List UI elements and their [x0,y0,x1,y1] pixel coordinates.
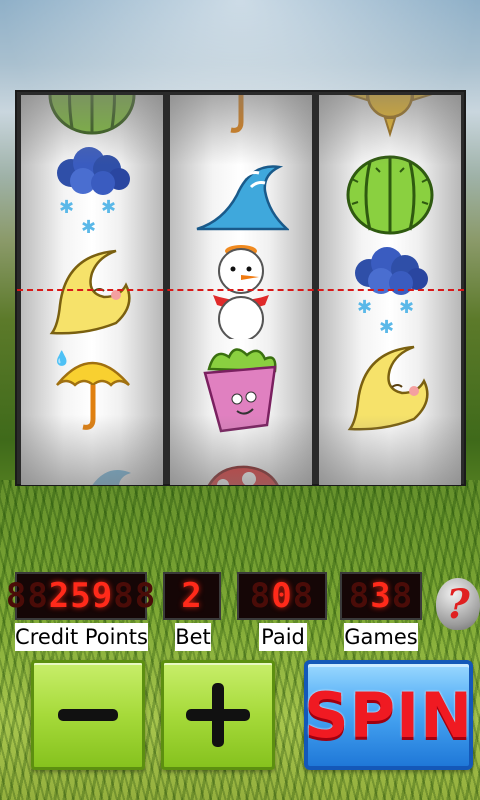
games-value: 3 [370,576,392,616]
minus-icon [58,709,118,721]
spin-label: SPIN [303,678,474,752]
svg-text:💧: 💧 [53,350,70,367]
help-label: ? [446,580,470,628]
payline [17,289,464,291]
flowerpot-icon [181,339,301,435]
help-button[interactable]: ? [436,578,480,630]
credit-points-label: Credit Points [15,623,148,651]
games-display: 838 [340,572,422,620]
bet-value: 2 [181,576,203,616]
games-ghost-right: 8 [391,576,414,616]
sun-icon [330,95,450,143]
wave-icon [32,439,152,485]
mushroom-icon [181,439,301,485]
umbrella-icon [181,95,301,143]
cactus-icon [32,95,152,143]
rain-cloud-icon: ✱ ✱ ✱ [32,143,152,239]
wave-icon [181,147,301,243]
rain-cloud-icon: ✱ ✱ ✱ [330,243,450,339]
bet-display: 2 [163,572,221,620]
svg-text:✱: ✱ [81,217,96,237]
credit-points-display: 88 259 88 [6,572,155,620]
moon-icon [330,339,450,435]
decrease-bet-button[interactable] [31,660,145,770]
snowman-icon [181,243,301,339]
svg-text:✱: ✱ [59,197,74,217]
paid-ghost-left: 8 [249,576,272,616]
paid-ghost-right: 8 [292,576,315,616]
paid-label: Paid [259,623,307,651]
paid-display: 808 [237,572,327,620]
slot-machine: ✱ ✱ ✱ 💧 ✱ ✱ ✱ [15,90,466,486]
svg-text:✱: ✱ [399,297,414,317]
credit-points-value: 259 [48,576,114,616]
credit-points-ghost-right: 88 [113,576,157,616]
moon-icon [32,243,152,339]
increase-bet-button[interactable] [161,660,275,770]
bet-label: Bet [175,623,211,651]
plus-icon [186,683,250,747]
svg-text:✱: ✱ [101,197,116,217]
games-label: Games [344,623,418,651]
svg-text:✱: ✱ [357,297,372,317]
paid-value: 0 [271,576,293,616]
svg-text:✱: ✱ [379,317,394,337]
credit-points-ghost-left: 88 [5,576,49,616]
spin-button[interactable]: SPIN [304,660,473,770]
cactus-icon [330,147,450,243]
games-ghost-left: 8 [348,576,371,616]
umbrella-icon: 💧 [32,339,152,435]
umbrella-icon [330,439,450,485]
